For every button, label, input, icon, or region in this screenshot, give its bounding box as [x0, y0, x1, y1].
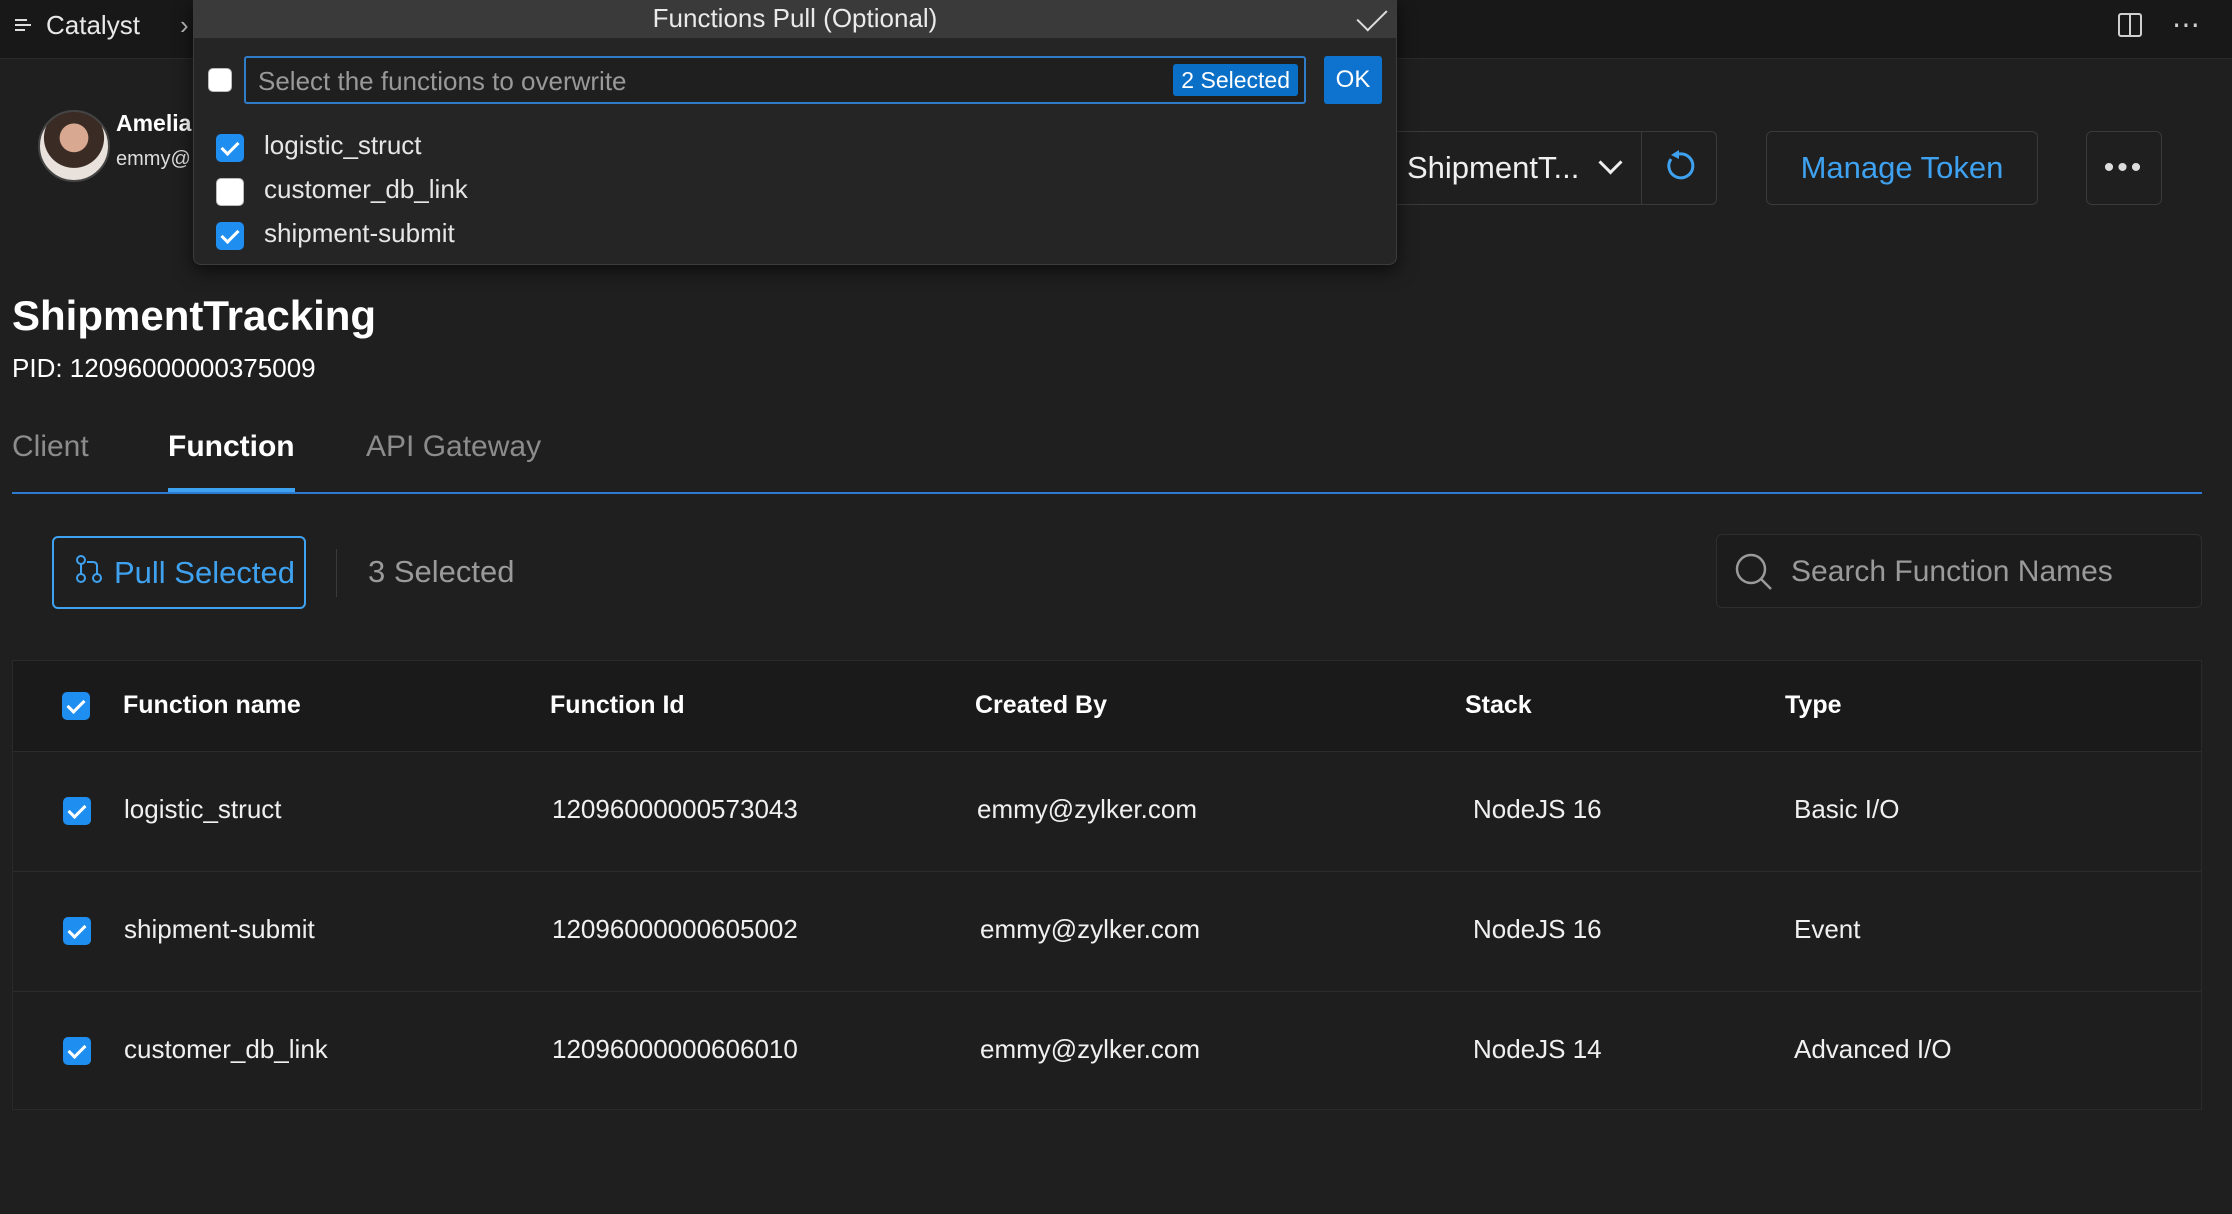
tab-api-gateway[interactable]: API Gateway [366, 430, 541, 464]
table-row[interactable]: shipment-submit 12096000000605002 emmy@z… [13, 872, 2201, 992]
header-stack: Stack [1465, 691, 1532, 719]
split-editor-icon[interactable] [2118, 12, 2142, 37]
cell-function-name: logistic_struct [124, 794, 282, 824]
project-pid: PID: 12096000000375009 [12, 353, 316, 383]
more-options-button[interactable]: ••• [2086, 131, 2162, 205]
option-label: customer_db_link [264, 174, 468, 204]
chevron-down-icon [1598, 150, 1623, 175]
cell-stack: NodeJS 16 [1473, 914, 1602, 944]
user-email: emmy@ [116, 148, 191, 170]
more-actions-icon[interactable]: ⋯ [2172, 8, 2202, 41]
project-select[interactable]: ShipmentT... [1392, 131, 1641, 205]
tab-function[interactable]: Function [168, 430, 295, 492]
cell-function-name: customer_db_link [124, 1034, 328, 1064]
functions-filter-input[interactable]: Select the functions to overwrite 2 Sele… [244, 56, 1306, 104]
row-checkbox[interactable] [63, 1037, 91, 1065]
row-checkbox[interactable] [63, 797, 91, 825]
cell-created-by: emmy@zylker.com [980, 914, 1200, 944]
dialog-title: Functions Pull (Optional) [194, 0, 1396, 38]
option-checkbox[interactable] [216, 222, 244, 250]
refresh-button[interactable] [1641, 131, 1717, 205]
header-type: Type [1785, 691, 1842, 719]
option-label: shipment-submit [264, 218, 455, 248]
avatar [38, 110, 110, 182]
cell-function-id: 12096000000606010 [552, 1034, 798, 1064]
divider [336, 549, 337, 597]
table-header: Function name Function Id Created By Sta… [13, 661, 2201, 752]
search-icon [1733, 551, 1775, 598]
cell-function-id: 12096000000605002 [552, 914, 798, 944]
header-created-by: Created By [975, 691, 1107, 719]
header-function-name: Function name [123, 691, 301, 719]
option-checkbox[interactable] [216, 178, 244, 206]
functions-pull-dialog: Functions Pull (Optional) Select the fun… [193, 0, 1397, 265]
breadcrumb: Catalyst [14, 10, 140, 41]
cell-stack: NodeJS 14 [1473, 1034, 1602, 1064]
toggle-all-checkbox[interactable] [208, 68, 232, 92]
list-icon [14, 10, 32, 41]
chevron-right-icon: › [180, 10, 189, 40]
option-label: logistic_struct [264, 130, 422, 160]
option-checkbox[interactable] [216, 134, 244, 162]
search-placeholder: Search Function Names [1791, 555, 2113, 588]
cell-created-by: emmy@zylker.com [977, 794, 1197, 824]
manage-token-button[interactable]: Manage Token [1766, 131, 2038, 205]
user-name: Amelia [116, 110, 192, 136]
selected-count: 3 Selected [368, 554, 515, 589]
cell-stack: NodeJS 16 [1473, 794, 1602, 824]
header-function-id: Function Id [550, 691, 685, 719]
cell-type: Basic I/O [1794, 794, 1900, 824]
project-select-value: ShipmentT... [1407, 150, 1580, 185]
table-row[interactable]: logistic_struct 12096000000573043 emmy@z… [13, 752, 2201, 872]
cell-function-name: shipment-submit [124, 914, 315, 944]
git-pull-icon [74, 554, 104, 592]
cell-created-by: emmy@zylker.com [980, 1034, 1200, 1064]
app-name[interactable]: Catalyst [46, 10, 140, 41]
refresh-icon [1662, 149, 1696, 188]
cell-type: Advanced I/O [1794, 1034, 1952, 1064]
selected-badge: 2 Selected [1173, 64, 1298, 96]
table-row[interactable]: customer_db_link 12096000000606010 emmy@… [13, 992, 2201, 1111]
ok-button[interactable]: OK [1324, 56, 1382, 104]
cell-type: Event [1794, 914, 1861, 944]
row-checkbox[interactable] [63, 917, 91, 945]
filter-placeholder: Select the functions to overwrite [258, 66, 627, 96]
cell-function-id: 12096000000573043 [552, 794, 798, 824]
search-input[interactable]: Search Function Names [1716, 534, 2202, 608]
select-all-checkbox[interactable] [62, 692, 90, 720]
tab-client[interactable]: Client [12, 430, 89, 464]
functions-table: Function name Function Id Created By Sta… [12, 660, 2202, 1110]
pull-selected-label: Pull Selected [114, 554, 295, 590]
tab-bar: Client Function API Gateway [12, 430, 2202, 494]
pull-selected-button[interactable]: Pull Selected [52, 536, 306, 609]
page-title: ShipmentTracking [12, 292, 377, 339]
